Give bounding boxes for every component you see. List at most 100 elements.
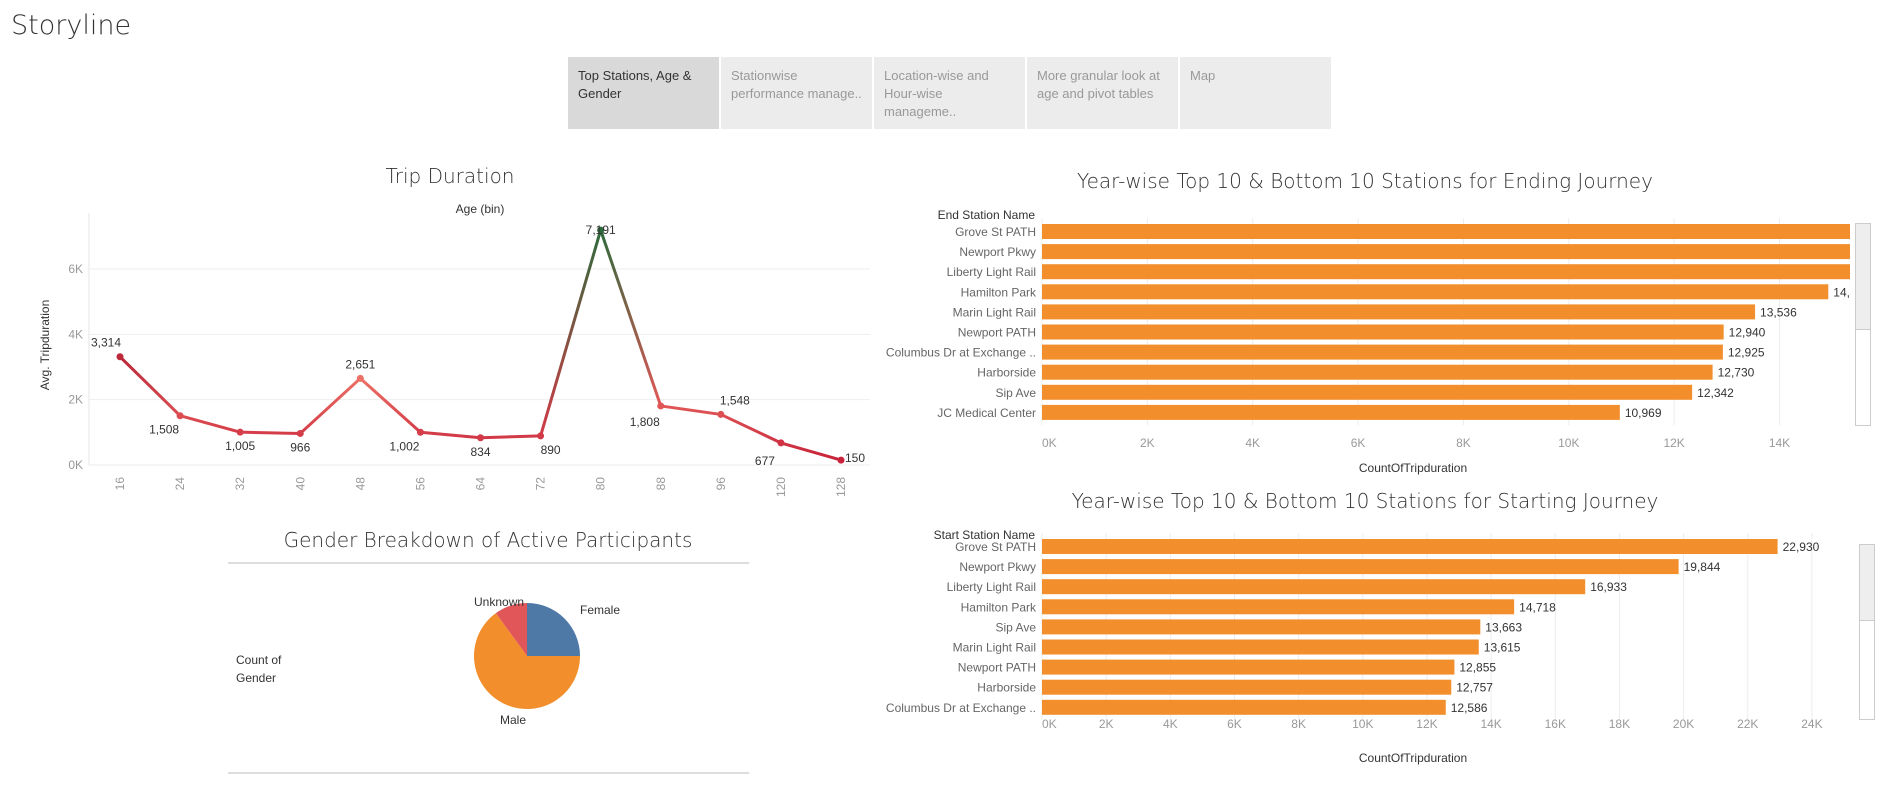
tab-granular-age[interactable]: More granular look at age and pivot table…: [1027, 57, 1178, 129]
line-segment: [238, 430, 302, 435]
data-label: 12,855: [1459, 661, 1496, 675]
scrollbar-thumb[interactable]: [1856, 224, 1870, 330]
category-label: Newport PATH: [958, 661, 1036, 675]
x-axis-title: CountOfTripduration: [1359, 751, 1467, 765]
data-label: 1,002: [389, 439, 419, 453]
category-label: Liberty Light Rail: [947, 580, 1036, 594]
bar: [1042, 244, 1850, 260]
data-label: 1,548: [720, 393, 750, 407]
x-tick-label: 48: [353, 477, 367, 491]
tab-label-line1: Top Stations, Age &: [578, 68, 692, 83]
x-tick-label: 120: [774, 477, 788, 497]
data-label: 12,586: [1451, 701, 1488, 715]
tab-label-line1: Stationwise: [731, 68, 798, 83]
bar: [1042, 579, 1586, 595]
x-tick-label: 96: [714, 477, 728, 491]
x-tick-label: 12K: [1663, 436, 1684, 450]
data-label: 890: [541, 443, 561, 457]
tab-label-line2: age and pivot tables: [1037, 86, 1154, 101]
ending-stations-chart: Year-wise Top 10 & Bottom 10 Stations fo…: [886, 169, 1850, 475]
bar: [1042, 384, 1693, 400]
line-segment: [659, 404, 723, 416]
x-tick-label: 40: [293, 477, 307, 491]
tab-top-stations[interactable]: Top Stations, Age & Gender: [568, 57, 719, 129]
chart-title: Trip Duration: [386, 164, 515, 188]
x-tick-label: 22K: [1737, 717, 1758, 731]
bar: [1042, 699, 1446, 715]
category-label: Sip Ave: [996, 386, 1037, 400]
ending-chart-scrollbar[interactable]: [1855, 223, 1871, 426]
chart-title: Year-wise Top 10 & Bottom 10 Stations fo…: [1077, 169, 1653, 193]
x-tick-label: 10K: [1352, 717, 1373, 731]
data-label: 13,536: [1760, 305, 1797, 319]
category-label: Grove St PATH: [955, 225, 1036, 239]
bar: [1042, 559, 1679, 575]
line-segment: [539, 228, 603, 438]
tab-map[interactable]: Map: [1180, 57, 1331, 129]
data-label: 13,615: [1484, 641, 1521, 655]
data-point: [176, 412, 184, 420]
x-tick-label: 8K: [1291, 717, 1306, 731]
category-label: Newport Pkwy: [959, 560, 1036, 574]
category-label: Columbus Dr at Exchange ..: [886, 701, 1036, 715]
x-tick-label: 18K: [1609, 717, 1630, 731]
line-segment: [118, 355, 182, 418]
tab-label-line1: More granular look at: [1037, 68, 1160, 83]
x-tick-label: 4K: [1245, 436, 1260, 450]
x-tick-label: 10K: [1558, 436, 1579, 450]
x-tick-label: 12K: [1416, 717, 1437, 731]
measure-label: Count of Gender: [236, 653, 282, 685]
data-label: 1,005: [225, 439, 255, 453]
y-axis-title: Avg. Tripduration: [38, 300, 52, 391]
y-tick-label: 4K: [68, 327, 83, 341]
data-point: [236, 428, 244, 436]
bar: [1042, 304, 1756, 320]
data-point: [777, 439, 785, 447]
data-label: 150: [845, 451, 865, 465]
x-tick-label: 64: [474, 477, 488, 491]
bar: [1042, 284, 1829, 300]
tab-label-line2: performance manage..: [731, 86, 862, 101]
data-point: [837, 456, 845, 464]
x-axis-title: CountOfTripduration: [1359, 461, 1467, 475]
chart-title: Gender Breakdown of Active Participants: [284, 528, 693, 552]
x-tick-label: 72: [534, 477, 548, 491]
category-label: Columbus Dr at Exchange ..: [886, 346, 1036, 360]
x-tick-label: 14K: [1480, 717, 1501, 731]
starting-chart-scrollbar[interactable]: [1859, 544, 1875, 720]
x-tick-label: 14K: [1769, 436, 1790, 450]
y-axis-title: End Station Name: [938, 208, 1036, 222]
line-segment: [418, 430, 482, 440]
data-point: [657, 402, 665, 410]
data-label: 12,940: [1729, 326, 1766, 340]
tab-location-hour[interactable]: Location-wise and Hour-wise manageme..: [874, 57, 1025, 129]
category-label: Newport PATH: [958, 326, 1036, 340]
x-tick-label: 88: [654, 477, 668, 491]
data-label: 7,191: [586, 223, 616, 237]
category-label: Liberty Light Rail: [947, 265, 1036, 279]
category-label: Harborside: [977, 681, 1036, 695]
gender-pie-chart: Gender Breakdown of Active Participants …: [228, 528, 749, 774]
tab-stationwise[interactable]: Stationwise performance manage..: [721, 57, 872, 129]
data-point: [116, 353, 124, 361]
data-label: 19,844: [1684, 560, 1721, 574]
x-tick-label: 6K: [1227, 717, 1242, 731]
bar: [1042, 404, 1620, 420]
category-label: Newport Pkwy: [959, 245, 1036, 259]
x-tick-label: 6K: [1351, 436, 1366, 450]
category-label: Harborside: [977, 366, 1036, 380]
data-label: 12,925: [1728, 346, 1765, 360]
x-tick-label: 24: [173, 477, 187, 491]
data-label: 966: [290, 440, 310, 454]
y-tick-label: 2K: [68, 393, 83, 407]
data-label: 2,651: [345, 357, 375, 371]
bar: [1042, 619, 1481, 635]
tab-label-line1: Location-wise and: [884, 68, 989, 83]
data-label: 1,808: [630, 415, 660, 429]
scrollbar-thumb[interactable]: [1860, 545, 1874, 621]
data-point: [717, 410, 725, 418]
chart-title: Year-wise Top 10 & Bottom 10 Stations fo…: [1072, 489, 1659, 513]
bar: [1042, 599, 1515, 615]
bar: [1042, 344, 1723, 360]
x-tick-label: 4K: [1163, 717, 1178, 731]
